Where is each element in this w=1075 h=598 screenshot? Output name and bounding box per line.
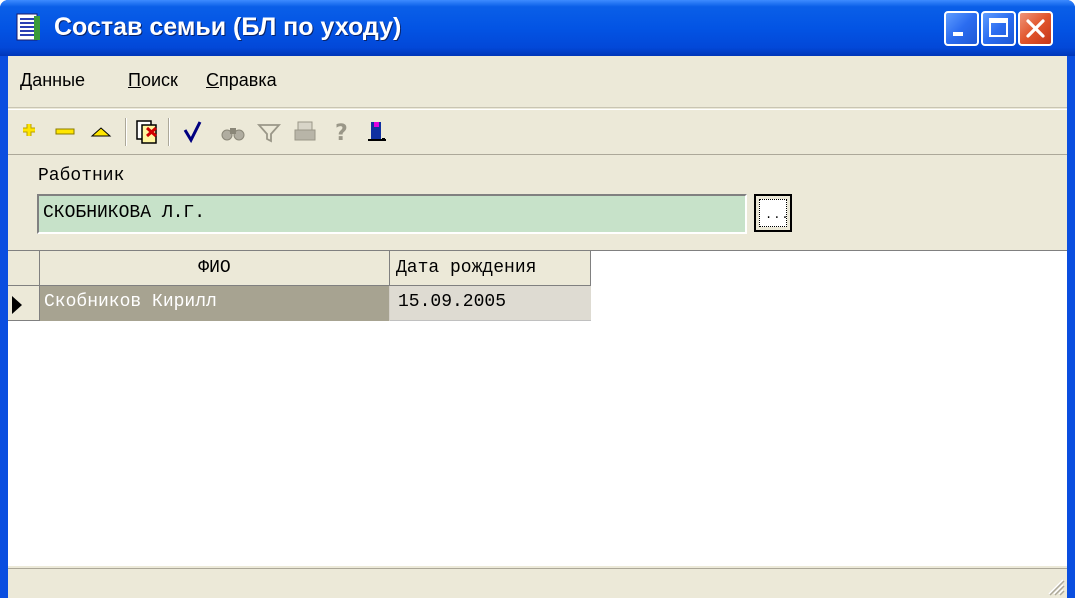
filter-icon[interactable] (254, 116, 284, 148)
worker-label: Работник (38, 166, 125, 186)
toolbar-separator (168, 118, 170, 146)
print-icon[interactable] (290, 116, 320, 148)
minimize-button[interactable] (944, 11, 979, 46)
minimize-icon (953, 32, 963, 36)
ellipsis-icon: ... (759, 199, 789, 227)
confirm-icon[interactable] (178, 116, 208, 148)
menu-help[interactable]: Справка (206, 70, 277, 91)
copy-record-icon[interactable] (132, 116, 162, 148)
document-list-icon (16, 13, 40, 41)
edit-icon[interactable] (86, 116, 116, 148)
table-cell-birth-date[interactable]: 15.09.2005 (390, 286, 591, 321)
status-bar (8, 568, 1067, 598)
title-bar[interactable]: Состав семьи (БЛ по уходу) (0, 0, 1075, 56)
resize-grip-icon[interactable] (1043, 574, 1065, 596)
maximize-button[interactable] (981, 11, 1016, 46)
window-client-area: Данные Поиск Справка ? Работник СКОБНИКО… (8, 56, 1067, 598)
toolbar-separator (125, 118, 127, 146)
delete-icon[interactable] (50, 116, 80, 148)
help-icon[interactable]: ? (326, 116, 356, 148)
find-icon[interactable] (218, 116, 248, 148)
current-row-arrow-icon (12, 296, 22, 314)
maximize-icon (989, 18, 1008, 37)
menu-data[interactable]: Данные (20, 70, 85, 91)
menu-search[interactable]: Поиск (128, 70, 178, 91)
toolbar: ? (8, 109, 1067, 155)
close-button[interactable] (1018, 11, 1053, 46)
table-cell-fio[interactable]: Скобников Кирилл (40, 286, 390, 321)
family-grid[interactable]: ФИО Дата рождения Скобников Кирилл 15.09… (8, 250, 1067, 566)
menu-bar: Данные Поиск Справка (8, 56, 1067, 108)
column-header-fio[interactable]: ФИО (40, 251, 390, 286)
row-indicator[interactable] (8, 286, 40, 321)
app-window: Состав семьи (БЛ по уходу) Данные Поиск … (0, 0, 1075, 598)
svg-text:?: ? (335, 121, 348, 146)
browse-worker-button[interactable]: ... (754, 194, 792, 232)
grid-corner (8, 251, 40, 286)
window-title: Состав семьи (БЛ по уходу) (54, 13, 402, 41)
worker-field[interactable]: СКОБНИКОВА Л.Г. (37, 194, 747, 234)
column-header-birth-date[interactable]: Дата рождения (390, 251, 591, 286)
close-icon (1026, 19, 1045, 38)
add-icon[interactable] (14, 116, 44, 148)
exit-icon[interactable] (362, 116, 392, 148)
